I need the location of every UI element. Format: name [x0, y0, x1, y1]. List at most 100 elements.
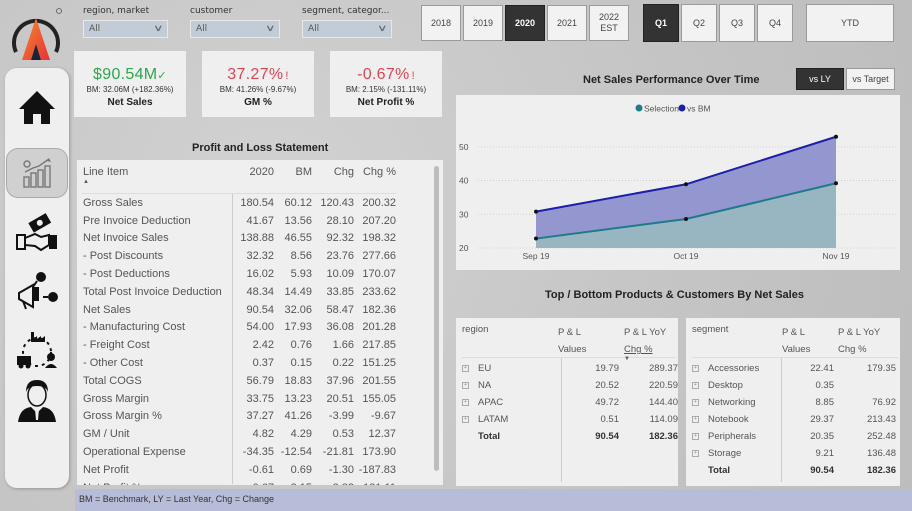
pl-row[interactable]: Net Profit -0.61 0.69 -1.30 -187.83: [82, 461, 396, 479]
quarter-button-q2[interactable]: Q2: [681, 4, 717, 42]
expand-icon[interactable]: +: [692, 415, 699, 423]
col-header-pl-yoy[interactable]: P & L YoY Chg %: [836, 324, 898, 357]
pl-value: 90.54: [595, 431, 619, 442]
pl-row[interactable]: - Post Discounts 32.32 8.56 23.76 277.66: [82, 247, 396, 265]
table-row[interactable]: + Peripherals 20.35 252.48: [692, 428, 900, 445]
pl-row[interactable]: Operational Expense -34.35 -12.54 -21.81 173…: [82, 443, 396, 461]
pl-row[interactable]: Gross Margin % 37.27 41.26 -3.99 -9.67: [82, 408, 396, 426]
year-button-2018[interactable]: 2018: [421, 5, 461, 41]
pl-cell-chg-value: -2.82: [312, 482, 354, 485]
pl-cell-bm-value: 8.56: [290, 250, 312, 263]
pl-row[interactable]: Net Invoice Sales 138.88 46.55 92.32 198.32: [82, 230, 396, 248]
year-button-2020[interactable]: 2020: [505, 5, 545, 41]
pl-row[interactable]: Gross Sales 180.54 60.12 120.43 200.32: [82, 194, 396, 212]
pl-row[interactable]: GM / Unit 4.82 4.29 0.53 12.37: [82, 425, 396, 443]
year-button-2021[interactable]: 2021: [547, 5, 587, 41]
sidebar-item-marketing[interactable]: [5, 268, 69, 318]
pl-cell-bm-value: 41.26: [284, 410, 312, 423]
region-market-dropdown[interactable]: All ∨: [83, 20, 168, 38]
col-header-pl-values[interactable]: P & L Values: [782, 324, 836, 357]
expand-icon[interactable]: +: [692, 364, 699, 372]
pl-row[interactable]: - Other Cost 0.37 0.15 0.22 151.25: [82, 354, 396, 372]
expand-icon[interactable]: +: [462, 415, 469, 423]
sidebar-item-supply-chain[interactable]: [5, 325, 69, 375]
pl-row[interactable]: - Manufacturing Cost 54.00 17.93 36.08 201.2…: [82, 319, 396, 337]
pl-cell-year-value: 37.27: [246, 410, 274, 423]
table-row[interactable]: + Storage 9.21 136.48: [692, 445, 900, 462]
ytd-button[interactable]: YTD: [806, 4, 894, 42]
quarter-button-q3[interactable]: Q3: [719, 4, 755, 42]
col-header-pl-values[interactable]: P & L Values: [558, 324, 616, 357]
kpi-card-gm-percent: 37.27%! BM: 41.26% (-9.67%) GM %: [202, 51, 314, 117]
pl-row[interactable]: - Post Deductions 16.02 5.93 10.09 170.07: [82, 265, 396, 283]
y-tick-label: 20: [459, 243, 469, 253]
pl-cell-line-item: - Other Cost: [83, 357, 143, 370]
pl-row[interactable]: Total Post Invoice Deduction 48.34 14.49 33…: [82, 283, 396, 301]
pl-row[interactable]: Total COGS 56.79 18.83 37.96 201.55: [82, 372, 396, 390]
pl-cell-line-item: Net Sales: [83, 303, 131, 316]
region-table: region P & L Values P & L YoY Chg % ▼ + EU 19…: [456, 318, 678, 486]
quarter-button-q1[interactable]: Q1: [643, 4, 679, 42]
col-header-year[interactable]: 2020: [232, 166, 274, 193]
pl-row[interactable]: - Freight Cost 2.42 0.76 1.66 217.85: [82, 336, 396, 354]
col-header-chg-percent[interactable]: Chg %: [354, 166, 396, 193]
col-header-pl-yoy[interactable]: P & L YoY Chg % ▼: [616, 324, 676, 362]
pl-cell-chg-value: 36.08: [326, 321, 354, 334]
pl-cell-chg-percent-value: -131.11: [354, 482, 397, 485]
chart-title: Net Sales Performance Over Time: [583, 74, 760, 86]
yoy-chg-value: 182.36: [866, 465, 896, 476]
toggle-vs-ly[interactable]: vs LY: [796, 68, 844, 90]
pl-cell-line-item: - Manufacturing Cost: [83, 321, 186, 334]
data-point-vs-bm: [684, 182, 688, 187]
pl-cell-bm-value: 4.29: [290, 428, 312, 441]
quarter-button-q4[interactable]: Q4: [757, 4, 793, 42]
expand-icon[interactable]: +: [462, 398, 469, 406]
pl-cell-bm-value: 32.06: [284, 303, 312, 316]
sidebar-item-executive[interactable]: [5, 373, 69, 429]
expand-icon[interactable]: +: [692, 381, 699, 389]
row-label: + LATAM: [462, 414, 552, 425]
pl-row[interactable]: Net Profit %-0.672.15-2.82-131.11: [82, 479, 396, 485]
pl-cell-chg-percent-value: 12.37: [368, 428, 396, 441]
table-row[interactable]: + Notebook 29.37 213.43: [692, 411, 900, 428]
expand-icon[interactable]: +: [462, 381, 469, 389]
table-row[interactable]: + Accessories 22.41 179.35: [692, 360, 900, 377]
pl-cell-year-value: 180.54: [240, 196, 274, 209]
expand-icon[interactable]: +: [462, 364, 469, 372]
pl-scrollbar[interactable]: [434, 166, 439, 471]
pl-row[interactable]: Net Sales 90.54 32.06 58.47 182.36: [82, 301, 396, 319]
segment-category-dropdown[interactable]: All ∨: [302, 20, 392, 38]
table-row[interactable]: + NA 20.52 220.59: [462, 377, 678, 394]
pl-cell-line-item: Total Post Invoice Deduction: [83, 285, 222, 298]
expand-icon[interactable]: +: [692, 398, 699, 406]
col-header-line-item[interactable]: Line Item ▲: [82, 166, 232, 193]
col-header-segment[interactable]: segment: [692, 324, 782, 357]
pl-row[interactable]: Pre Invoice Deduction 41.67 13.56 28.10 207.…: [82, 212, 396, 230]
sidebar-item-sales[interactable]: [5, 208, 69, 258]
pl-row[interactable]: Gross Margin 33.75 13.23 20.51 155.05: [82, 390, 396, 408]
pl-cell-chg-percent-value: 207.20: [362, 214, 396, 227]
legend-label: Selection: [644, 104, 679, 114]
row-label: Total: [708, 465, 730, 476]
sidebar-item-finance[interactable]: [6, 148, 68, 198]
sidebar-item-home[interactable]: [5, 82, 69, 132]
table-row[interactable]: + EU 19.79 289.37: [462, 360, 678, 377]
pl-cell-chg-value: 20.51: [326, 392, 354, 405]
expand-icon[interactable]: +: [692, 432, 699, 440]
col-header-region[interactable]: region: [462, 324, 558, 357]
year-button-2019[interactable]: 2019: [463, 5, 503, 41]
pl-cell-line-item: Gross Margin: [83, 392, 150, 405]
toggle-vs-target[interactable]: vs Target: [846, 68, 895, 90]
table-row[interactable]: + Desktop 0.35: [692, 377, 900, 394]
table-row[interactable]: + Networking 8.85 76.92: [692, 394, 900, 411]
pl-cell-chg-percent-value: -187.83: [358, 463, 396, 476]
region-table-body: + EU 19.79 289.37 + NA 20.52 220.59 + APAC 49.72 14…: [462, 358, 678, 445]
table-row[interactable]: + LATAM 0.51 114.09: [462, 411, 678, 428]
expand-icon[interactable]: +: [692, 449, 699, 457]
table-row[interactable]: + APAC 49.72 144.40: [462, 394, 678, 411]
year-button-2022-est[interactable]: 2022 EST: [589, 5, 629, 41]
legend-marker-vs-bm: [678, 104, 686, 112]
col-header-chg[interactable]: Chg: [312, 166, 354, 193]
customer-dropdown[interactable]: All ∨: [190, 20, 280, 38]
col-header-bm[interactable]: BM: [274, 166, 313, 193]
